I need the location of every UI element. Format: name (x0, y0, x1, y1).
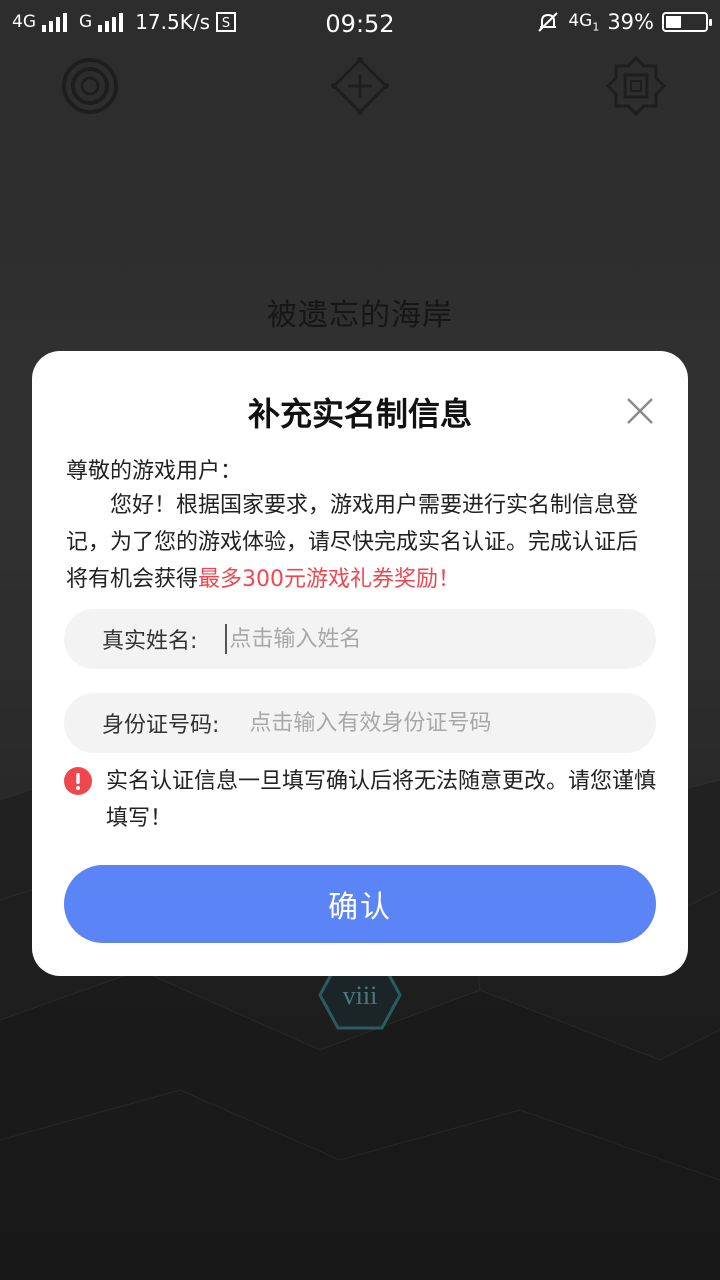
battery-icon (662, 12, 712, 32)
id-number-field[interactable]: 身份证号码: (64, 693, 656, 753)
bell-muted-icon (538, 12, 559, 32)
real-name-label: 真实姓名: (102, 629, 198, 654)
status-bar: 4G G 17.5K/s S 09:52 4G1 39% (0, 0, 720, 50)
warning-notice: 实名认证信息一旦填写确认后将无法随意更改。请您谨慎填写！ (64, 763, 664, 837)
dialog-body-text: 您好！根据国家要求，游戏用户需要进行实名制信息登记，为了您的游戏体验，请尽快完成… (66, 487, 656, 598)
real-name-dialog: 补充实名制信息 尊敬的游戏用户： 您好！根据国家要求，游戏用户需要进行实名制信息… (32, 351, 688, 976)
dialog-title: 补充实名制信息 (247, 395, 472, 433)
id-number-input[interactable] (249, 710, 656, 736)
real-name-input[interactable] (229, 626, 656, 652)
text-cursor (225, 624, 228, 654)
warning-text: 实名认证信息一旦填写确认后将无法随意更改。请您谨慎填写！ (106, 769, 657, 831)
greeting-text: 尊敬的游戏用户： (66, 459, 243, 484)
network-type-3: 4G1 (568, 10, 600, 34)
battery-percent: 39% (607, 10, 654, 34)
real-name-field[interactable]: 真实姓名: (64, 609, 656, 669)
confirm-button[interactable]: 确认 (64, 865, 656, 943)
close-icon[interactable] (622, 393, 658, 429)
reward-highlight-text: 最多300元游戏礼券奖励！ (198, 567, 461, 592)
id-number-label: 身份证号码: (102, 713, 220, 738)
exclamation-icon (64, 767, 92, 795)
